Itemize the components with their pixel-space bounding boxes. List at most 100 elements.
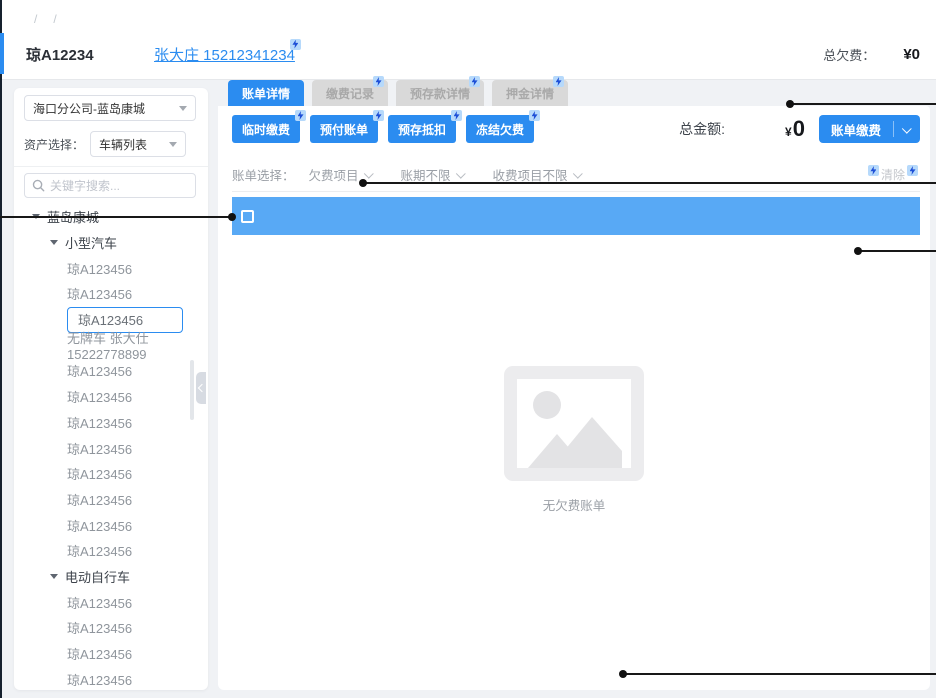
pay-bill-split-button[interactable]: 账单缴费 (819, 115, 920, 143)
collapsed-nav-rail (0, 0, 2, 698)
tree-item[interactable]: 琼A123456 (14, 512, 208, 538)
tab[interactable]: 预存款详情 (396, 80, 484, 106)
tree-item[interactable]: 琼A123456 (14, 589, 208, 615)
tree-item-label: 琼A123456 (67, 361, 132, 380)
vehicle-plate-title: 琼A12234 (26, 44, 154, 65)
divider (14, 166, 208, 167)
action-button[interactable]: 冻结欠费 (466, 115, 534, 143)
action-button[interactable]: 临时缴费 (232, 115, 300, 143)
tree-item-label: 琼A123456 (67, 259, 132, 278)
tree-item[interactable]: 琼A123456 (14, 255, 208, 281)
tree-item[interactable]: 无牌车 张大仕 15222778899 (14, 332, 208, 358)
total-due-value: ¥0 (903, 46, 920, 63)
branch-select-value: 海口分公司-蓝岛康城 (33, 100, 179, 117)
annotation-dot (228, 213, 236, 221)
actions-row: 临时缴费 预付账单 预存抵扣 冻结欠费 总金额: ¥ 0 账单缴费 (232, 115, 920, 143)
annotation-line (623, 673, 936, 675)
page-header: 琼A12234 张大庄 15212341234 总欠费： ¥0 (2, 0, 936, 80)
active-nav-indicator (0, 33, 4, 74)
amount-number: 0 (793, 116, 805, 142)
action-button-label: 冻结欠费 (476, 121, 524, 138)
tree-item[interactable]: 琼A123456 (14, 384, 208, 410)
tree-item-label: 琼A123456 (67, 618, 132, 637)
tree-item-label: 琼A123456 (67, 516, 132, 535)
caret-down-icon[interactable] (50, 240, 58, 245)
pay-bill-label: 账单缴费 (819, 120, 893, 139)
detail-tabs: 账单详情 缴费记录 预存款详情 押金详情 (228, 80, 568, 106)
total-due-label: 总欠费： (823, 45, 875, 64)
chevron-down-icon (363, 169, 373, 179)
tree-item[interactable]: 琼A123456 (14, 641, 208, 667)
tab[interactable]: 缴费记录 (312, 80, 388, 106)
tree-item-label: 电动自行车 (65, 567, 130, 586)
tree-item-label: 琼A123456 (67, 413, 132, 432)
lightning-badge-icon (373, 76, 384, 87)
tree-item-label: 琼A123456 (67, 593, 132, 612)
asset-type-select[interactable]: 车辆列表 (90, 131, 186, 157)
search-icon (32, 179, 45, 192)
tab-label: 押金详情 (506, 85, 554, 102)
lightning-badge-icon (469, 76, 480, 87)
annotation-dot (786, 100, 794, 108)
select-all-checkbox[interactable] (241, 210, 254, 223)
filter-select-value: 欠费项目 (309, 165, 359, 184)
sidebar-collapse-handle[interactable] (196, 372, 206, 404)
breadcrumb (26, 12, 65, 26)
chevron-down-icon (455, 169, 465, 179)
tree-item-label: 琼A123456 (67, 670, 132, 689)
tree-item[interactable]: 琼A123456 (14, 615, 208, 641)
total-amount-label: 总金额: (679, 119, 725, 139)
tree-item[interactable]: 琼A123456 (14, 538, 208, 564)
currency-symbol: ¥ (785, 125, 792, 139)
tab[interactable]: 押金详情 (492, 80, 568, 106)
sidebar-scrollbar[interactable] (190, 360, 194, 420)
bill-filter-label: 账单选择： (232, 165, 295, 184)
tree-item[interactable]: 小型汽车 (14, 230, 208, 256)
tab[interactable]: 账单详情 (228, 80, 304, 106)
annotation-line (858, 250, 936, 252)
breadcrumb-item[interactable] (53, 12, 64, 26)
tree-item[interactable]: 琼A123456 (14, 435, 208, 461)
lightning-badge-icon (868, 165, 879, 176)
asset-sidebar: 海口分公司-蓝岛康城 资产选择： 车辆列表 蓝岛康城 小型汽车 琼A123456 (14, 88, 208, 690)
clear-filters-button[interactable]: 清除 (866, 166, 920, 183)
tree-item[interactable]: 琼A123456 (14, 410, 208, 436)
chevron-down-icon[interactable] (894, 126, 920, 133)
action-button-label: 预付账单 (320, 121, 368, 138)
tree-item[interactable]: 琼A123456 (14, 487, 208, 513)
action-button[interactable]: 预付账单 (310, 115, 378, 143)
breadcrumb-item[interactable] (34, 12, 45, 26)
action-button-label: 临时缴费 (242, 121, 290, 138)
annotation-dot (854, 247, 862, 255)
empty-image-placeholder (504, 366, 644, 481)
clear-filters-label: 清除 (881, 166, 905, 183)
chevron-down-icon (169, 142, 177, 147)
search-input[interactable] (50, 179, 188, 193)
tree-item-label: 琼A123456 (67, 490, 132, 509)
tree-item-label: 琼A123456 (67, 464, 132, 483)
annotation-line (0, 216, 232, 218)
asset-type-value: 车辆列表 (99, 136, 169, 153)
annotation-line (363, 182, 936, 184)
tree-item[interactable]: 电动自行车 (14, 564, 208, 590)
owner-link-label: 张大庄 15212341234 (154, 47, 295, 64)
lightning-badge-icon (295, 110, 306, 121)
lightning-badge-icon (529, 110, 540, 121)
caret-down-icon[interactable] (50, 574, 58, 579)
total-amount-value: ¥ 0 (785, 116, 805, 142)
bill-detail-panel: 临时缴费 预付账单 预存抵扣 冻结欠费 总金额: ¥ 0 账单缴费 (218, 106, 930, 690)
annotation-line (790, 103, 936, 105)
lightning-badge-icon (373, 110, 384, 121)
action-button[interactable]: 预存抵扣 (388, 115, 456, 143)
annotation-dot (359, 179, 367, 187)
branch-select[interactable]: 海口分公司-蓝岛康城 (24, 95, 196, 121)
tree-item[interactable]: 琼A123456 (14, 281, 208, 307)
tree-item[interactable]: 琼A123456 (14, 461, 208, 487)
tree-item[interactable]: 琼A123456 (14, 666, 208, 690)
lightning-badge-icon (290, 39, 301, 50)
owner-phone-link[interactable]: 张大庄 15212341234 (154, 44, 295, 65)
tree-item-label: 琼A123456 (67, 644, 132, 663)
bill-filter-row: 账单选择： 欠费项目 账期不限 收费项目不限 清除 (232, 158, 920, 192)
asset-tree: 蓝岛康城 小型汽车 琼A123456 琼A123456 琼A123456 无牌车… (14, 204, 208, 690)
bill-table-header (232, 197, 920, 235)
